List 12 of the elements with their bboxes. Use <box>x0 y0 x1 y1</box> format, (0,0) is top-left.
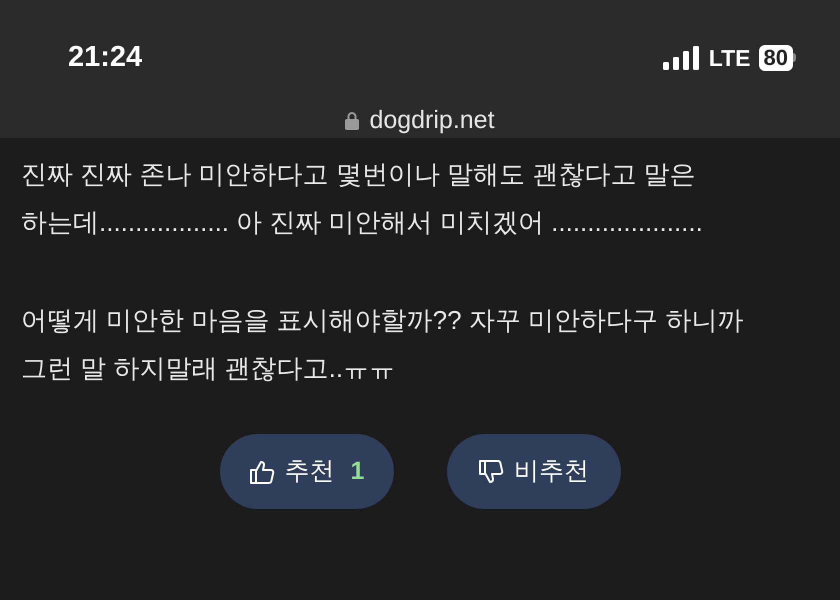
network-type: LTE <box>708 44 751 72</box>
upvote-button[interactable]: 추천 1 <box>220 434 394 509</box>
lock-icon <box>345 110 360 130</box>
downvote-button[interactable]: 비추천 <box>446 434 620 509</box>
post-paragraph: 진짜 진짜 존나 미안하다고 몇번이나 말해도 괜찮다고 말은 하는데.................. 아 진짜 미안해서 미치겠어 ..................... <box>21 158 704 239</box>
url-text[interactable]: dogdrip.net <box>369 102 495 139</box>
status-time: 21:24 <box>68 40 142 75</box>
signal-icon <box>662 46 701 70</box>
battery-icon: 80 <box>758 44 796 71</box>
post-paragraph: 어떻게 미안한 마음을 표시해야할까?? 자꾸 미안하다구 하니까 그런 말 하지말래 괜찮다고..ㅠㅠ <box>21 304 744 385</box>
thumbs-up-icon <box>248 458 275 484</box>
thumbs-down-icon <box>478 458 504 484</box>
